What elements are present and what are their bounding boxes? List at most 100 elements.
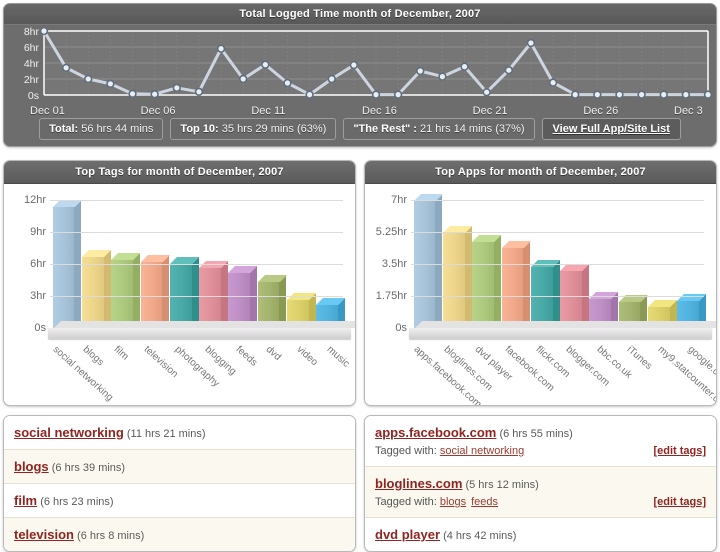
bar-side	[162, 255, 170, 328]
timeline-plot: 0s 2hr 4hr 6hr 8hr	[6, 25, 713, 105]
y-tick-label: 6hr	[30, 258, 46, 270]
tags-chart-body: 0s 3hr 6hr 9hr 12hr social networking blogs fi…	[4, 184, 355, 404]
stat-rest-label: "The Rest" :	[353, 123, 417, 135]
stat-total-label: Total:	[49, 123, 79, 135]
y-tick-label: 0s	[395, 322, 407, 334]
bar-side	[523, 241, 531, 328]
bar-face	[501, 248, 524, 328]
bar-side	[464, 225, 472, 328]
bar-face	[228, 272, 251, 328]
apps-chart-platform	[409, 328, 712, 339]
bar-face	[52, 206, 75, 328]
bar	[560, 264, 589, 328]
x-tick-label: dvd	[263, 344, 284, 363]
bar-side	[220, 261, 228, 328]
tags-list: social networking (11 hrs 21 mins) blogs …	[4, 416, 355, 551]
y-tick-label: 7hr	[391, 194, 407, 206]
tag-link[interactable]: blogs	[440, 496, 466, 508]
apps-column: Top Apps for month of December, 2007 0s 1…	[364, 160, 717, 552]
list-item[interactable]: social networking (11 hrs 21 mins)	[4, 416, 355, 449]
timeline-x-tick: Dec 06	[140, 105, 176, 117]
y-tick-label: 12hr	[23, 194, 46, 206]
gridline	[411, 296, 704, 297]
list-item[interactable]: blogs (6 hrs 39 mins)	[4, 449, 355, 483]
x-tick-label: blogs	[80, 344, 106, 369]
edit-tags-link[interactable]: [edit tags]	[653, 496, 706, 508]
tag-duration: (6 hrs 23 mins)	[40, 496, 114, 508]
list-item[interactable]: bloglines.com (5 hrs 12 mins) Tagged with…	[365, 466, 716, 517]
edit-tags-link[interactable]: [edit tags]	[653, 445, 706, 457]
view-full-app-site-list-button[interactable]: View Full App/Site List	[541, 118, 681, 140]
bar-face	[111, 259, 133, 328]
svg-text:0s: 0s	[28, 90, 39, 102]
tags-plot-area	[50, 199, 345, 329]
bar-face	[442, 232, 465, 328]
timeline-chart-svg: 0s 2hr 4hr 6hr 8hr	[24, 26, 713, 102]
app-name-link[interactable]: bloglines.com	[375, 476, 462, 491]
bar	[530, 259, 560, 328]
bar	[442, 225, 472, 328]
list-item[interactable]: dvd player (4 hrs 42 mins)	[365, 517, 716, 551]
y-tick-label: 5.25hr	[375, 226, 407, 238]
bar-side	[493, 235, 501, 328]
svg-text:6hr: 6hr	[24, 42, 40, 54]
tags-chart-platform	[48, 328, 351, 339]
gridline	[50, 296, 343, 297]
bar-side	[103, 250, 111, 328]
timeline-title: Total Logged Time month of December, 200…	[4, 4, 716, 25]
tag-link[interactable]: social networking	[440, 445, 524, 457]
x-tick-label: video	[294, 344, 320, 369]
svg-text:2hr: 2hr	[24, 74, 40, 86]
timeline-x-tick: Dec 21	[472, 105, 508, 117]
gridline	[50, 200, 343, 201]
tag-duration: (6 hrs 8 mins)	[77, 530, 145, 542]
apps-chart-title: Top Apps for month of December, 2007	[365, 161, 716, 184]
app-duration: (6 hrs 55 mins)	[499, 428, 573, 440]
list-item[interactable]: film (6 hrs 23 mins)	[4, 483, 355, 517]
apps-chart-body: 0s 1.75hr 3.5hr 5.25hr 7hr apps.facebook.com…	[365, 184, 716, 405]
timeline-x-tick: Dec 01	[30, 105, 65, 117]
tag-name-link[interactable]: blogs	[14, 459, 49, 474]
gridline	[50, 232, 343, 233]
tag-duration: (11 hrs 21 mins)	[126, 428, 206, 440]
x-tick-label: feeds	[233, 344, 259, 369]
list-item[interactable]: television (6 hrs 8 mins)	[4, 517, 355, 551]
gridline	[411, 264, 704, 265]
bar	[81, 250, 111, 328]
y-tick-label: 3hr	[30, 290, 46, 302]
y-tick-label: 0s	[34, 322, 46, 334]
apps-chart-panel: Top Apps for month of December, 2007 0s 1…	[364, 160, 717, 406]
tags-chart-panel: Top Tags for month of December, 2007 0s 3…	[3, 160, 356, 406]
stat-top10-label: Top 10:	[180, 123, 219, 135]
app-duration: (4 hrs 42 mins)	[443, 530, 517, 542]
stat-rest-value: 21 hrs 14 mins (37%)	[420, 123, 525, 135]
stat-top10-value: 35 hrs 29 mins (63%)	[221, 123, 327, 135]
gridline	[411, 232, 704, 233]
bar-side	[435, 194, 443, 328]
list-item[interactable]: apps.facebook.com (6 hrs 55 mins) Tagged …	[365, 416, 716, 466]
gridline	[50, 264, 343, 265]
apps-x-axis: apps.facebook.com bloglines.com dvd player…	[411, 344, 716, 405]
tag-link[interactable]: feeds	[471, 496, 498, 508]
bar	[111, 252, 140, 328]
gridline	[411, 200, 704, 201]
timeline-x-axis: Dec 01 Dec 06 Dec 11 Dec 16 Dec 21 Dec 26 Dec …	[6, 105, 714, 119]
bar	[228, 265, 258, 328]
tagged-with-label: Tagged with:	[375, 445, 437, 457]
tags-column: Top Tags for month of December, 2007 0s 3…	[3, 160, 356, 552]
app-name-link[interactable]: apps.facebook.com	[375, 425, 496, 440]
timeline-x-tick: Dec 26	[583, 105, 619, 117]
timeline-panel: Total Logged Time month of December, 200…	[3, 3, 717, 147]
tags-x-axis: social networking blogs film television phot…	[50, 344, 355, 404]
tags-y-axis: 0s 3hr 6hr 9hr 12hr	[4, 184, 50, 354]
apps-y-axis: 0s 1.75hr 3.5hr 5.25hr 7hr	[365, 184, 411, 354]
tag-name-link[interactable]: film	[14, 493, 37, 508]
y-tick-label: 9hr	[30, 226, 46, 238]
bar-face	[472, 242, 494, 328]
tag-name-link[interactable]: social networking	[14, 425, 124, 440]
bar-face	[530, 266, 553, 328]
timeline-x-tick: Dec 3	[674, 105, 703, 117]
apps-plot-area	[411, 194, 706, 329]
bar	[501, 241, 531, 328]
tagged-with-label: Tagged with:	[375, 496, 437, 508]
